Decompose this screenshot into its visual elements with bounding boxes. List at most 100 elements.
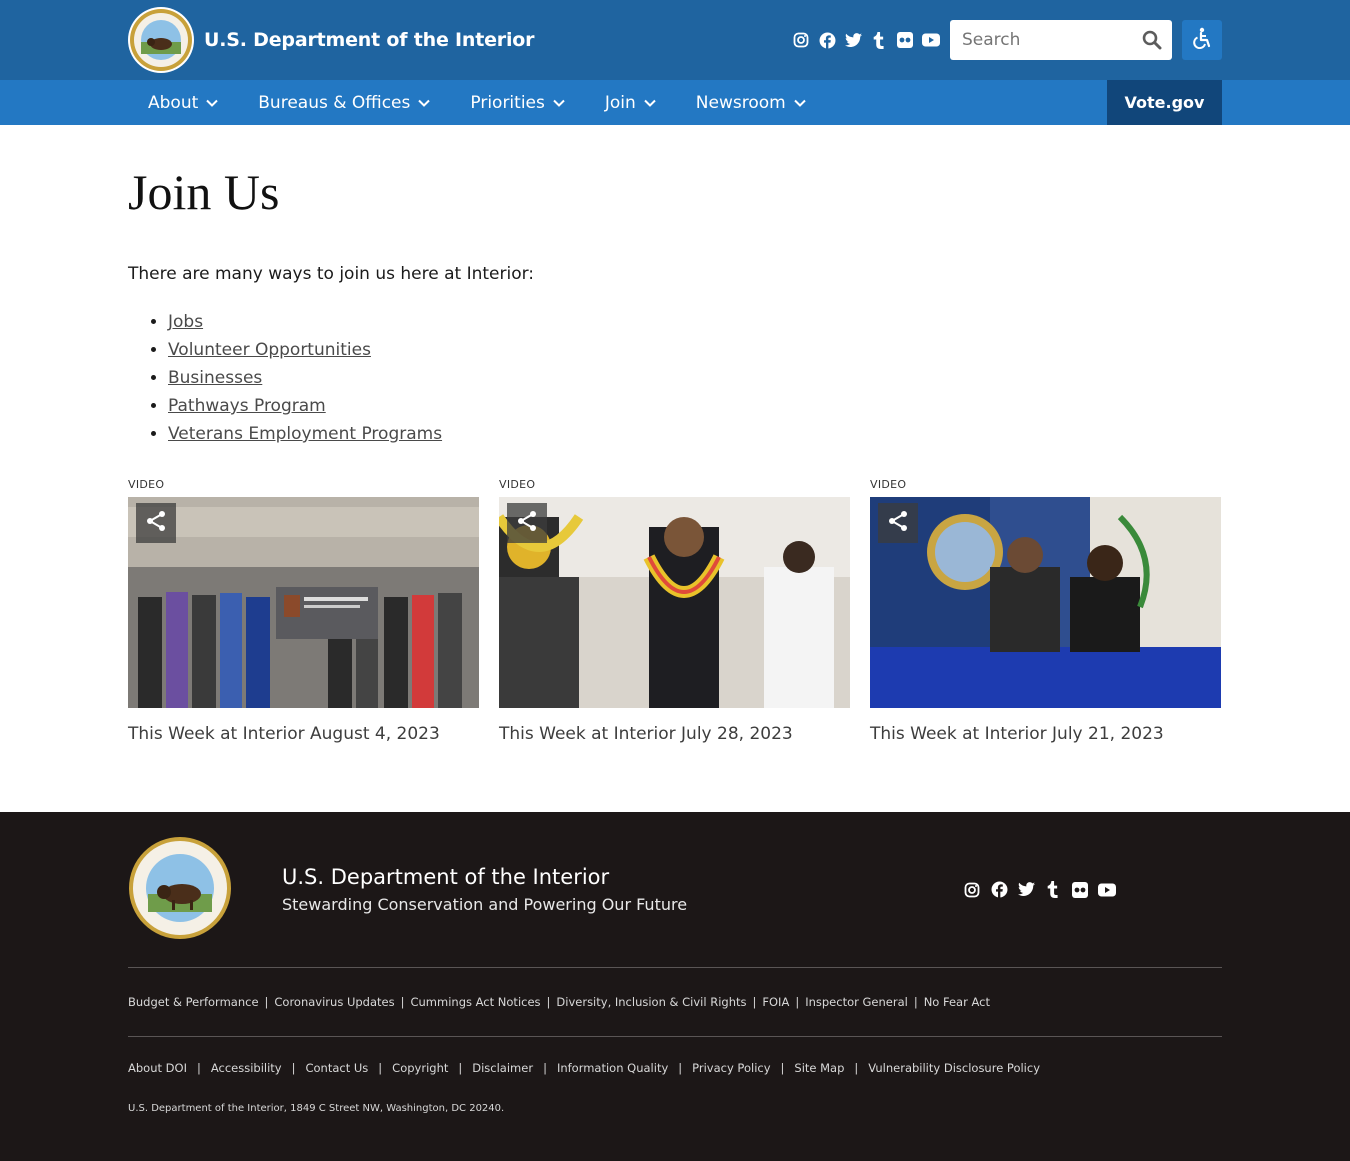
- footer-links-primary: Budget & Performance | Coronavirus Update…: [128, 968, 1222, 1037]
- share-icon: [516, 510, 538, 537]
- doi-seal-logo[interactable]: [128, 836, 232, 940]
- list-item: Businesses: [168, 364, 1222, 392]
- nav-item-about[interactable]: About: [128, 80, 238, 125]
- nav-item-label: Newsroom: [695, 92, 786, 113]
- flickr-icon[interactable]: [896, 31, 914, 49]
- facebook-icon[interactable]: [990, 881, 1008, 899]
- list-item: Veterans Employment Programs: [168, 420, 1222, 448]
- nav-item-label: About: [148, 92, 199, 113]
- page-title: Join Us: [128, 164, 280, 220]
- main-content: Join Us There are many ways to join us h…: [0, 125, 1350, 744]
- share-button[interactable]: [507, 503, 547, 543]
- separator: |: [752, 995, 757, 1009]
- nav-item-label: Priorities: [470, 92, 545, 113]
- share-button[interactable]: [878, 503, 918, 543]
- nav-item-priorities[interactable]: Priorities: [450, 80, 584, 125]
- separator: |: [378, 1061, 383, 1075]
- content-type-label: VIDEO: [499, 478, 536, 491]
- separator: |: [196, 1061, 201, 1075]
- footer-link-diversity-inclusion[interactable]: Diversity, Inclusion & Civil Rights: [556, 995, 746, 1009]
- link-veterans-employment-programs[interactable]: Veterans Employment Programs: [168, 424, 442, 444]
- instagram-icon[interactable]: [963, 881, 981, 899]
- footer-link-coronavirus-updates[interactable]: Coronavirus Updates: [274, 995, 394, 1009]
- youtube-icon[interactable]: [922, 31, 940, 49]
- video-thumbnail[interactable]: [499, 497, 850, 708]
- site-header: U.S. Department of the Interior Search A…: [0, 0, 1350, 125]
- footer-link-copyright[interactable]: Copyright: [392, 1061, 448, 1075]
- list-item: Volunteer Opportunities: [168, 336, 1222, 364]
- facebook-icon[interactable]: [818, 31, 836, 49]
- link-jobs[interactable]: Jobs: [168, 312, 203, 332]
- nav-item-bureaus-offices[interactable]: Bureaus & Offices: [238, 80, 450, 125]
- nav-item-newsroom[interactable]: Newsroom: [676, 80, 826, 125]
- footer-link-site-map[interactable]: Site Map: [794, 1061, 844, 1075]
- footer-link-disclaimer[interactable]: Disclaimer: [472, 1061, 533, 1075]
- video-thumbnail[interactable]: [128, 497, 479, 708]
- chevron-down-icon: [644, 99, 656, 107]
- intro-text: There are many ways to join us here at I…: [128, 264, 535, 284]
- share-button[interactable]: [136, 503, 176, 543]
- footer-link-inspector-general[interactable]: Inspector General: [805, 995, 908, 1009]
- share-icon: [145, 510, 167, 537]
- link-pathways-program[interactable]: Pathways Program: [168, 396, 326, 416]
- accessibility-button[interactable]: [1182, 20, 1222, 60]
- separator: |: [458, 1061, 463, 1075]
- separator: |: [546, 995, 551, 1009]
- vote-gov-button[interactable]: Vote.gov: [1107, 80, 1222, 125]
- footer-link-cummings-act-notices[interactable]: Cummings Act Notices: [410, 995, 540, 1009]
- footer-site-name: U.S. Department of the Interior: [282, 865, 610, 889]
- main-nav: About Bureaus & Offices Priorities Join …: [0, 80, 1350, 125]
- footer-tagline: Stewarding Conservation and Powering Our…: [282, 895, 688, 914]
- tumblr-icon[interactable]: [870, 31, 888, 49]
- youtube-icon[interactable]: [1098, 881, 1116, 899]
- video-card: VIDEO: [128, 478, 479, 744]
- footer-links-secondary: About DOI | Accessibility | Contact Us | Co…: [128, 1037, 1222, 1099]
- twitter-icon[interactable]: [844, 31, 862, 49]
- video-title[interactable]: This Week at Interior July 28, 2023: [499, 724, 850, 744]
- video-cards: VIDEO This Week at Interior August 4, 20…: [128, 478, 1222, 744]
- footer-link-foia[interactable]: FOIA: [762, 995, 789, 1009]
- footer-link-contact-us[interactable]: Contact Us: [305, 1061, 368, 1075]
- footer-top: U.S. Department of the Interior Stewardi…: [128, 812, 1222, 968]
- chevron-down-icon: [418, 99, 431, 107]
- join-links-list: Jobs Volunteer Opportunities Businesses …: [128, 308, 1222, 448]
- video-thumbnail[interactable]: [870, 497, 1221, 708]
- footer-social-links: [963, 881, 1116, 899]
- accessibility-icon: [1192, 27, 1212, 54]
- instagram-icon[interactable]: [792, 31, 810, 49]
- separator: |: [854, 1061, 859, 1075]
- video-title[interactable]: This Week at Interior August 4, 2023: [128, 724, 479, 744]
- content-type-label: VIDEO: [870, 478, 907, 491]
- nav-item-join[interactable]: Join: [585, 80, 676, 125]
- video-title[interactable]: This Week at Interior July 21, 2023: [870, 724, 1221, 744]
- footer-link-budget-performance[interactable]: Budget & Performance: [128, 995, 259, 1009]
- footer-link-about-doi[interactable]: About DOI: [128, 1061, 187, 1075]
- nav-item-label: Join: [604, 92, 636, 113]
- separator: |: [543, 1061, 547, 1075]
- chevron-down-icon: [793, 99, 806, 107]
- doi-seal-logo[interactable]: [128, 7, 194, 73]
- footer-brand: U.S. Department of the Interior Stewardi…: [282, 865, 687, 914]
- link-businesses[interactable]: Businesses: [168, 368, 262, 388]
- footer-link-no-fear-act[interactable]: No Fear Act: [924, 995, 990, 1009]
- footer-address: U.S. Department of the Interior, 1849 C …: [128, 1103, 505, 1114]
- footer-link-privacy-policy[interactable]: Privacy Policy: [692, 1061, 770, 1075]
- footer-link-information-quality[interactable]: Information Quality: [557, 1061, 668, 1075]
- nav-item-label: Bureaus & Offices: [258, 92, 411, 113]
- tumblr-icon[interactable]: [1044, 881, 1062, 899]
- search-icon[interactable]: [1140, 28, 1164, 52]
- content-type-label: VIDEO: [128, 478, 165, 491]
- flickr-icon[interactable]: [1071, 881, 1089, 899]
- chevron-down-icon: [553, 99, 565, 107]
- separator: |: [795, 995, 800, 1009]
- footer-link-vulnerability-disclosure[interactable]: Vulnerability Disclosure Policy: [868, 1061, 1040, 1075]
- footer-link-accessibility[interactable]: Accessibility: [211, 1061, 282, 1075]
- twitter-icon[interactable]: [1017, 881, 1035, 899]
- search-input[interactable]: [962, 30, 1140, 50]
- separator: |: [913, 995, 918, 1009]
- link-volunteer-opportunities[interactable]: Volunteer Opportunities: [168, 340, 371, 360]
- site-footer: U.S. Department of the Interior Stewardi…: [0, 812, 1350, 1161]
- site-name[interactable]: U.S. Department of the Interior: [204, 29, 535, 51]
- list-item: Jobs: [168, 308, 1222, 336]
- separator: |: [780, 1061, 785, 1075]
